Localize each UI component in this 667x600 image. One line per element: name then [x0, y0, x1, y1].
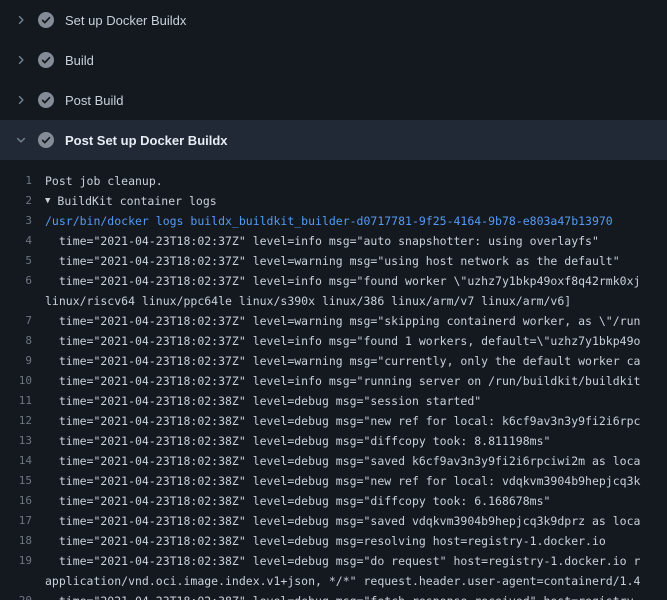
log-line-text: time="2021-04-23T18:02:38Z" level=debug …	[45, 451, 640, 471]
log-line-text: time="2021-04-23T18:02:37Z" level=warnin…	[45, 311, 640, 331]
log-line-number[interactable]: 17	[0, 511, 45, 531]
log-line: 14 time="2021-04-23T18:02:38Z" level=deb…	[0, 451, 667, 471]
log-line-text: time="2021-04-23T18:02:37Z" level=warnin…	[45, 251, 620, 271]
log-line-text: application/vnd.oci.image.index.v1+json,…	[45, 571, 640, 591]
log-line: 8 time="2021-04-23T18:02:37Z" level=info…	[0, 331, 667, 351]
chevron-icon[interactable]	[13, 52, 29, 68]
log-line-number[interactable]: 18	[0, 531, 45, 551]
step-header[interactable]: Post Set up Docker Buildx	[0, 120, 667, 160]
log-line-text: time="2021-04-23T18:02:38Z" level=debug …	[45, 431, 550, 451]
chevron-icon[interactable]	[13, 132, 29, 148]
step-header[interactable]: Set up Docker Buildx	[0, 0, 667, 40]
log-line: 10 time="2021-04-23T18:02:37Z" level=inf…	[0, 371, 667, 391]
log-line-number[interactable]: 8	[0, 331, 45, 351]
step-label: Post Build	[65, 93, 124, 108]
log-line-text: time="2021-04-23T18:02:38Z" level=debug …	[45, 491, 550, 511]
log-line: 6 time="2021-04-23T18:02:37Z" level=info…	[0, 271, 667, 291]
log-line-text: time="2021-04-23T18:02:38Z" level=debug …	[45, 471, 640, 491]
check-circle-icon	[38, 12, 54, 28]
log-line-number[interactable]	[0, 291, 45, 311]
log-line-text: time="2021-04-23T18:02:37Z" level=info m…	[45, 271, 640, 291]
log-line-text: /usr/bin/docker logs buildx_buildkit_bui…	[45, 211, 613, 231]
check-circle-icon	[38, 92, 54, 108]
log-line: 17 time="2021-04-23T18:02:38Z" level=deb…	[0, 511, 667, 531]
log-line: 11 time="2021-04-23T18:02:38Z" level=deb…	[0, 391, 667, 411]
log-line-number[interactable]: 10	[0, 371, 45, 391]
log-line-text: time="2021-04-23T18:02:37Z" level=warnin…	[45, 351, 640, 371]
log-line-number[interactable]: 5	[0, 251, 45, 271]
log-line: 20 time="2021-04-23T18:02:38Z" level=deb…	[0, 591, 667, 600]
step-label: Post Set up Docker Buildx	[65, 133, 228, 148]
log-line-number[interactable]: 9	[0, 351, 45, 371]
log-line-text: BuildKit container logs	[57, 191, 216, 211]
log-line: linux/riscv64 linux/ppc64le linux/s390x …	[0, 291, 667, 311]
log-line-text: time="2021-04-23T18:02:38Z" level=debug …	[45, 591, 634, 600]
log-line-text: time="2021-04-23T18:02:37Z" level=info m…	[45, 231, 599, 251]
log-line: 12 time="2021-04-23T18:02:38Z" level=deb…	[0, 411, 667, 431]
log-line: 15 time="2021-04-23T18:02:38Z" level=deb…	[0, 471, 667, 491]
log-line-text: time="2021-04-23T18:02:38Z" level=debug …	[45, 411, 640, 431]
log-line-number[interactable]: 12	[0, 411, 45, 431]
log-line: 7 time="2021-04-23T18:02:37Z" level=warn…	[0, 311, 667, 331]
log-line-number[interactable]: 7	[0, 311, 45, 331]
check-circle-icon	[38, 132, 54, 148]
log-line: 16 time="2021-04-23T18:02:38Z" level=deb…	[0, 491, 667, 511]
step-header[interactable]: Post Build	[0, 80, 667, 120]
steps-list: Set up Docker Buildx Build P	[0, 0, 667, 160]
log-line-number[interactable]: 3	[0, 211, 45, 231]
log-line-text: time="2021-04-23T18:02:38Z" level=debug …	[45, 551, 640, 571]
chevron-icon[interactable]	[13, 92, 29, 108]
log-line-text: time="2021-04-23T18:02:38Z" level=debug …	[45, 511, 640, 531]
log-line-number[interactable]: 13	[0, 431, 45, 451]
log-line: 4 time="2021-04-23T18:02:37Z" level=info…	[0, 231, 667, 251]
log-line-number[interactable]: 2	[0, 191, 45, 211]
log-line-number[interactable]: 1	[0, 171, 45, 191]
log-line-text: linux/riscv64 linux/ppc64le linux/s390x …	[45, 291, 571, 311]
log-line-number[interactable]: 4	[0, 231, 45, 251]
log-line: 19 time="2021-04-23T18:02:38Z" level=deb…	[0, 551, 667, 571]
log-line-number[interactable]: 11	[0, 391, 45, 411]
log-line-number[interactable]: 19	[0, 551, 45, 571]
log-line-number[interactable]: 16	[0, 491, 45, 511]
log-line: 18 time="2021-04-23T18:02:38Z" level=deb…	[0, 531, 667, 551]
step-label: Build	[65, 53, 94, 68]
log-line: 9 time="2021-04-23T18:02:37Z" level=warn…	[0, 351, 667, 371]
step-header[interactable]: Build	[0, 40, 667, 80]
log-line: 13 time="2021-04-23T18:02:38Z" level=deb…	[0, 431, 667, 451]
log-line: 1 Post job cleanup.	[0, 171, 667, 191]
log-line-number[interactable]: 6	[0, 271, 45, 291]
log-line: 2 ▼ BuildKit container logs	[0, 191, 667, 211]
log-line-text: time="2021-04-23T18:02:38Z" level=debug …	[45, 391, 481, 411]
log-line: 3 /usr/bin/docker logs buildx_buildkit_b…	[0, 211, 667, 231]
log-line: application/vnd.oci.image.index.v1+json,…	[0, 571, 667, 591]
log-line-number[interactable]: 20	[0, 591, 45, 600]
step-label: Set up Docker Buildx	[65, 13, 186, 28]
log-line-text: Post job cleanup.	[45, 171, 163, 191]
log-line-number[interactable]	[0, 571, 45, 591]
workflow-log-console: Set up Docker Buildx Build P	[0, 0, 667, 600]
log-line-text: time="2021-04-23T18:02:37Z" level=info m…	[45, 331, 640, 351]
log-line-text: time="2021-04-23T18:02:37Z" level=info m…	[45, 371, 640, 391]
log-line-number[interactable]: 15	[0, 471, 45, 491]
log-line-text: time="2021-04-23T18:02:38Z" level=debug …	[45, 531, 606, 551]
chevron-icon[interactable]	[13, 12, 29, 28]
check-circle-icon	[38, 52, 54, 68]
log-lines: 1 Post job cleanup. 2 ▼ BuildKit contain…	[0, 160, 667, 600]
group-toggle-icon[interactable]: ▼	[45, 191, 50, 211]
log-line-number[interactable]: 14	[0, 451, 45, 471]
log-line: 5 time="2021-04-23T18:02:37Z" level=warn…	[0, 251, 667, 271]
